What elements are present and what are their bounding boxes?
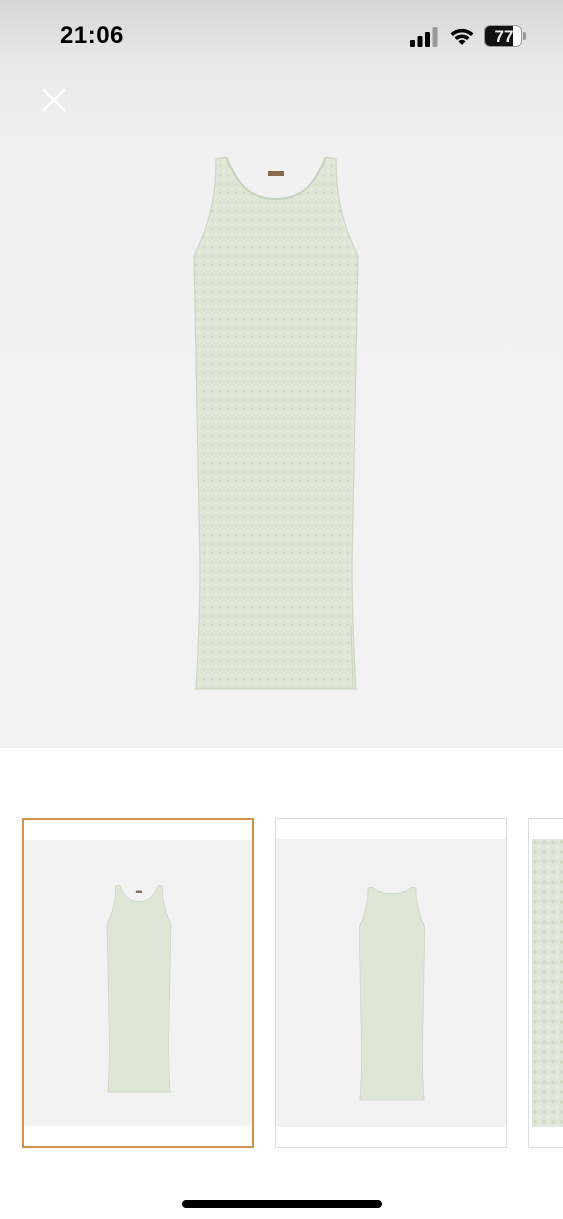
battery-nub xyxy=(523,32,526,40)
dress-front-image xyxy=(193,156,359,690)
battery-icon: 77 xyxy=(484,25,528,47)
battery-body: 77 xyxy=(484,25,522,47)
thumbnail-strip[interactable] xyxy=(0,818,563,1150)
thumbnail-back[interactable] xyxy=(275,818,507,1148)
close-icon[interactable] xyxy=(36,82,72,118)
cellular-signal-icon xyxy=(410,27,438,47)
fabric-detail-thumbnail xyxy=(532,839,563,1127)
wifi-icon xyxy=(450,28,474,45)
dress-front-thumbnail xyxy=(106,884,172,1093)
thumbnail-front[interactable] xyxy=(22,818,254,1148)
thumbnail-fabric-detail[interactable] xyxy=(528,818,563,1148)
home-indicator xyxy=(182,1200,382,1208)
status-time: 21:06 xyxy=(60,22,124,49)
battery-level: 77 xyxy=(494,27,514,46)
status-bar: 21:06 77 xyxy=(0,0,563,70)
dress-back-thumbnail xyxy=(358,886,426,1101)
